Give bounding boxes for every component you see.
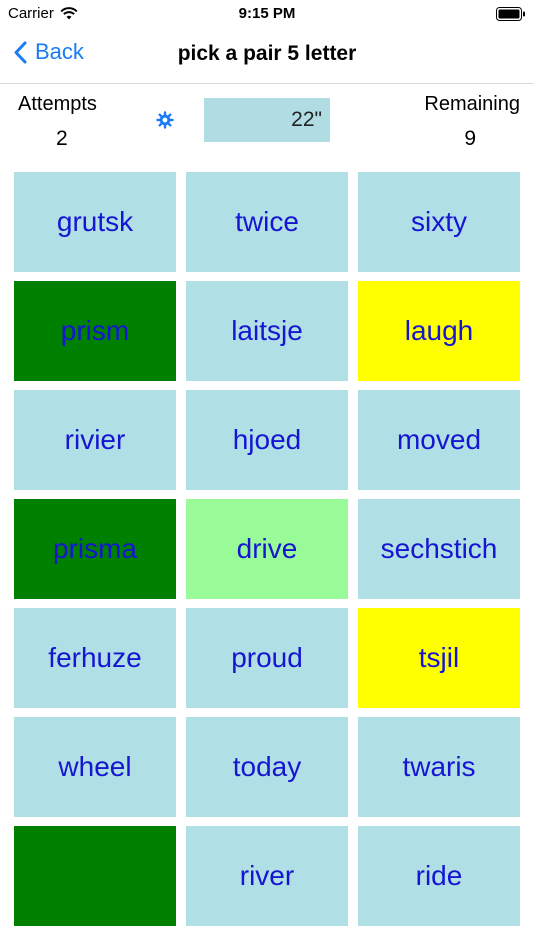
word-tile[interactable]: prisma [14,499,176,599]
word-tile-grid: grutsk twice sixty prism laitsje laugh rivier h… [14,172,520,926]
attempts-label: Attempts [18,93,97,115]
word-tile[interactable]: today [186,717,348,817]
word-tile[interactable]: hjoed [186,390,348,490]
word-tile[interactable]: moved [358,390,520,490]
battery-icon [496,7,526,25]
word-tile[interactable] [14,826,176,926]
attempts-value: 2 [56,127,68,150]
timer-display: 22" [204,98,330,142]
word-tile[interactable]: twice [186,172,348,272]
stats-header: Attempts 2 22" Remaining 9 [0,84,534,168]
word-tile[interactable]: river [186,826,348,926]
word-tile[interactable]: drive [186,499,348,599]
word-tile[interactable]: tsjil [358,608,520,708]
word-tile[interactable]: prism [14,281,176,381]
clock: 9:15 PM [238,5,296,22]
word-tile[interactable]: laitsje [186,281,348,381]
navigation-bar: Back pick a pair 5 letter [0,28,534,84]
word-tile[interactable]: laugh [358,281,520,381]
word-tile[interactable]: rivier [14,390,176,490]
word-tile[interactable]: proud [186,608,348,708]
status-bar: Carrier 9:15 PM [0,0,534,28]
word-tile[interactable]: ride [358,826,520,926]
word-tile[interactable]: ferhuze [14,608,176,708]
word-tile[interactable]: grutsk [14,172,176,272]
word-tile[interactable]: sixty [358,172,520,272]
word-tile[interactable]: sechstich [358,499,520,599]
remaining-label: Remaining [424,93,520,115]
page-title: pick a pair 5 letter [177,42,357,65]
word-tile[interactable]: wheel [14,717,176,817]
word-tile[interactable]: twaris [358,717,520,817]
remaining-value: 9 [464,127,476,150]
gear-icon[interactable] [156,111,174,134]
